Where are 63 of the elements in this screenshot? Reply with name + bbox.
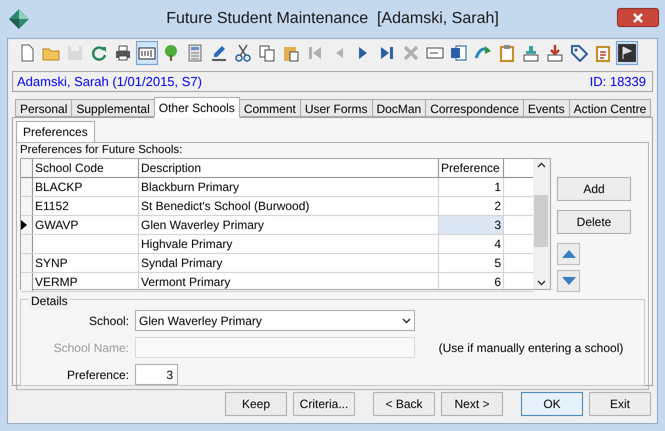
window-title: Future Student Maintenance [Adamski, Sarah]: [166, 9, 499, 29]
app-logo-icon: [8, 8, 30, 30]
down-arrow-icon: [562, 277, 576, 285]
dialog-button[interactable]: Next >: [441, 392, 503, 416]
dialog-button[interactable]: Criteria...: [293, 392, 355, 416]
up-arrow-icon: [562, 250, 576, 258]
table-cell: 3: [439, 216, 504, 234]
move-up-button[interactable]: [557, 243, 580, 265]
scrollbar[interactable]: [533, 159, 550, 289]
table-cell: 4: [439, 235, 504, 253]
close-button[interactable]: [617, 8, 659, 27]
table-cell: Highvale Primary: [139, 235, 439, 253]
action-button[interactable]: Delete: [557, 210, 631, 234]
table-cell: Vermont Primary: [139, 273, 439, 291]
table-cell: 5: [439, 254, 504, 272]
tab[interactable]: Other Schools: [154, 97, 240, 118]
scroll-thumb[interactable]: [534, 195, 548, 247]
list-label: Preferences for Future Schools:: [20, 143, 184, 158]
dialog-button[interactable]: < Back: [373, 392, 435, 416]
scroll-up-icon[interactable]: [537, 162, 546, 168]
table-cell: 1: [439, 178, 504, 196]
table-cell: Blackburn Primary: [139, 178, 439, 196]
field-label: Preference:: [66, 366, 129, 384]
tab[interactable]: Personal: [15, 99, 72, 117]
column-header[interactable]: Description: [139, 159, 439, 177]
row-pointer-icon: [21, 220, 27, 230]
tab[interactable]: Preferences: [16, 121, 95, 142]
table-cell: 6: [439, 273, 504, 291]
scroll-down-icon[interactable]: [537, 280, 546, 286]
hint-text: (Use if manually entering a school): [438, 340, 624, 356]
dialog-button[interactable]: Keep: [225, 392, 287, 416]
student-name: Adamski, Sarah (1/01/2015, S7): [17, 72, 202, 91]
column-header[interactable]: Preference: [439, 159, 504, 177]
field-label: School Name:: [52, 340, 129, 356]
group-title: Details: [29, 292, 70, 310]
field-label: School:: [88, 312, 129, 330]
table-cell: 2: [439, 197, 504, 215]
move-down-button[interactable]: [557, 270, 580, 292]
school-dropdown[interactable]: Glen Waverley Primary: [135, 310, 415, 331]
table-cell: VERMP: [33, 273, 139, 291]
column-header[interactable]: School Code: [33, 159, 139, 177]
table-cell: BLACKP: [33, 178, 139, 196]
chevron-down-icon: [402, 318, 411, 324]
tab[interactable]: DocMan: [372, 99, 426, 117]
dropdown-value: Glen Waverley Primary: [139, 312, 262, 330]
action-button[interactable]: Add: [557, 177, 631, 201]
close-icon: [633, 12, 643, 22]
tab[interactable]: Events: [522, 99, 570, 117]
dialog-button[interactable]: Exit: [589, 392, 651, 416]
tab[interactable]: Action Centre: [568, 99, 652, 117]
table-cell: Syndal Primary: [139, 254, 439, 272]
tab[interactable]: Comment: [238, 99, 301, 117]
tab[interactable]: Supplemental: [71, 99, 155, 117]
table-cell: SYNP: [33, 254, 139, 272]
dialog-button[interactable]: OK: [521, 392, 583, 416]
tab[interactable]: Correspondence: [425, 99, 524, 117]
row-header[interactable]: [21, 216, 33, 234]
student-id: ID: 18339: [590, 72, 646, 91]
table-cell: E1152: [33, 197, 139, 215]
table-cell: St Benedict's School (Burwood): [139, 197, 439, 215]
preference-field[interactable]: 3: [135, 364, 178, 385]
tab[interactable]: User Forms: [300, 99, 372, 117]
table-cell: GWAVP: [33, 216, 139, 234]
